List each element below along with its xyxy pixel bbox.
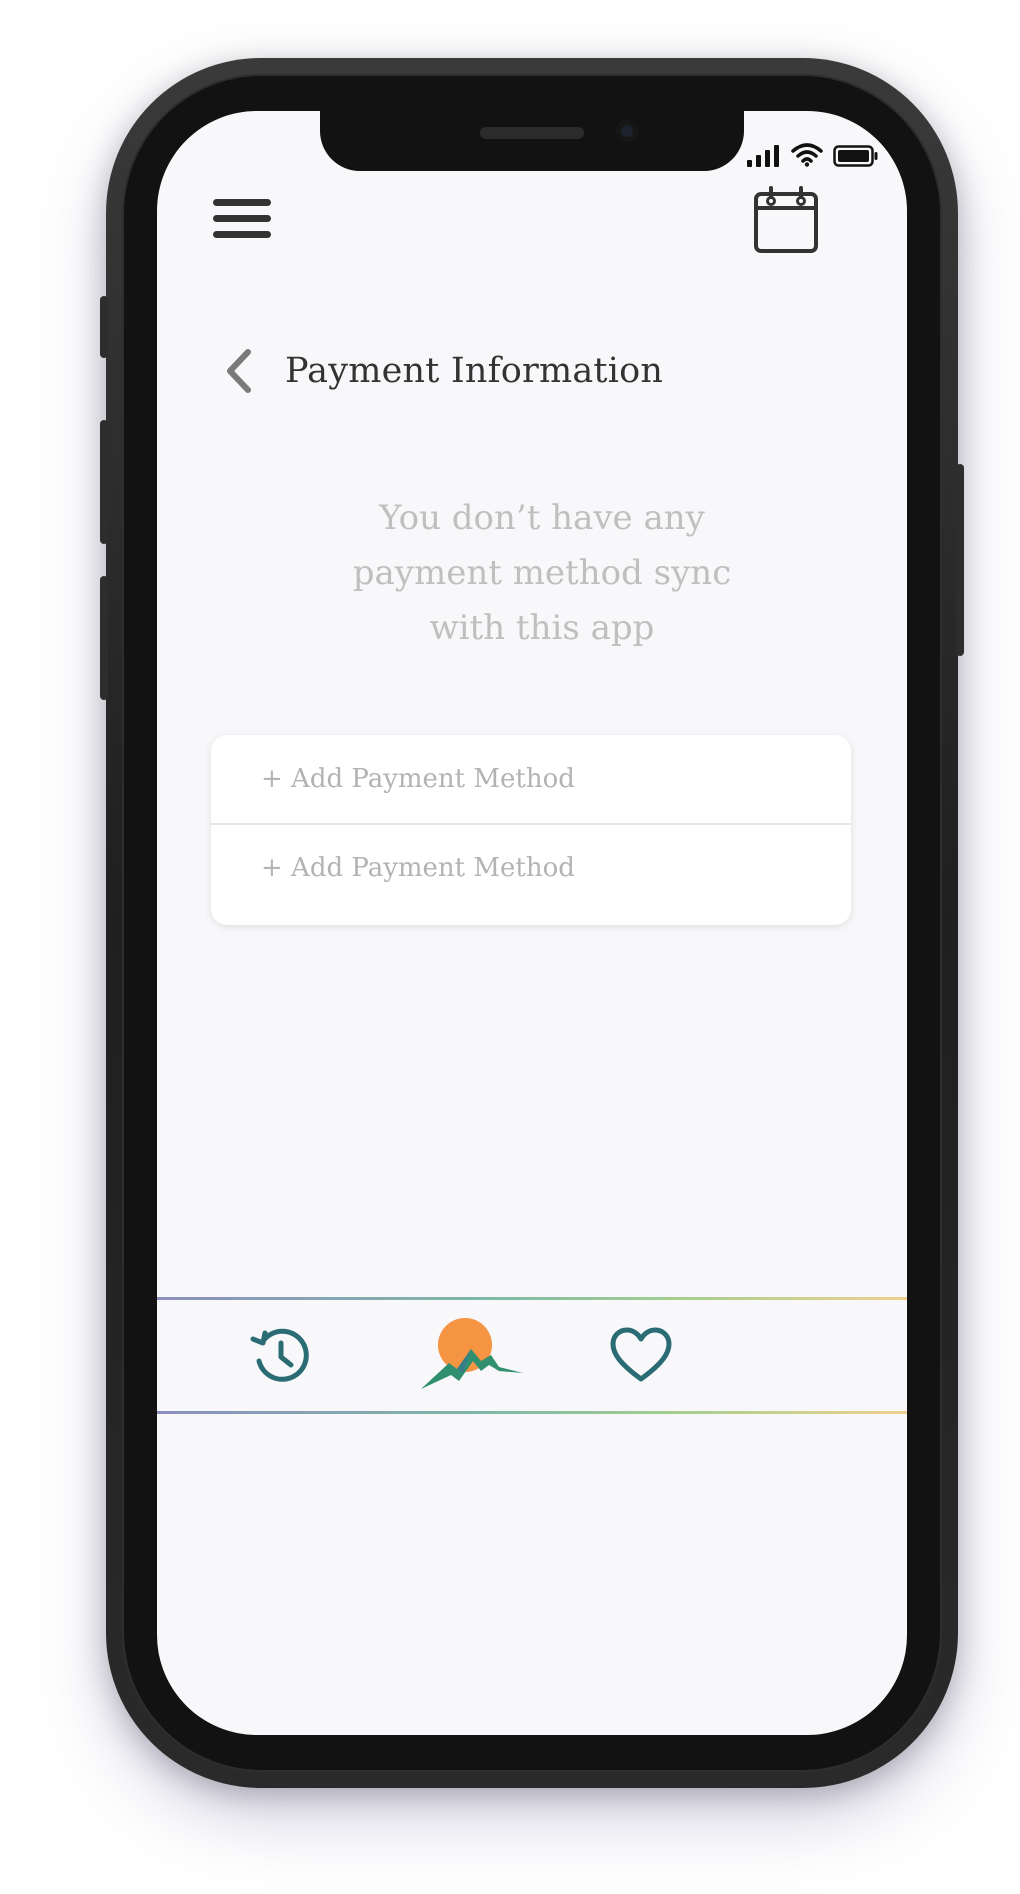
status-bar xyxy=(747,143,879,167)
power-button xyxy=(956,464,964,656)
silent-switch xyxy=(100,296,108,358)
notch xyxy=(320,111,744,171)
page-header: Payment Information xyxy=(217,343,663,399)
front-camera xyxy=(616,120,638,142)
empty-state-line: payment method sync xyxy=(352,553,732,593)
payment-methods-card: + Add Payment Method + Add Payment Metho… xyxy=(211,735,851,925)
home-logo[interactable] xyxy=(419,1315,527,1393)
device-mockup: Payment Information You don’t have any p… xyxy=(0,0,1020,1894)
empty-state-message: You don’t have any payment method sync w… xyxy=(257,491,827,656)
empty-state-line: with this app xyxy=(429,608,655,648)
tabbar-top-divider xyxy=(157,1297,907,1300)
app-screen: Payment Information You don’t have any p… xyxy=(157,111,907,1735)
chevron-left-icon xyxy=(227,349,251,393)
page-title: Payment Information xyxy=(285,351,664,391)
back-button[interactable] xyxy=(217,343,261,399)
calendar-icon[interactable] xyxy=(753,186,819,254)
add-payment-method-button[interactable]: + Add Payment Method xyxy=(211,823,851,911)
history-icon[interactable] xyxy=(247,1325,315,1385)
signal-icon xyxy=(747,145,779,167)
wifi-icon xyxy=(791,143,823,167)
menu-icon[interactable] xyxy=(211,195,273,243)
speaker-grille xyxy=(480,127,584,139)
volume-up-button xyxy=(100,420,108,544)
empty-state-line: You don’t have any xyxy=(379,498,705,538)
tabbar-bottom-divider xyxy=(157,1411,907,1414)
heart-icon[interactable] xyxy=(609,1327,673,1383)
battery-icon xyxy=(833,145,878,167)
volume-down-button xyxy=(100,576,108,700)
add-payment-method-button[interactable]: + Add Payment Method xyxy=(211,735,851,823)
